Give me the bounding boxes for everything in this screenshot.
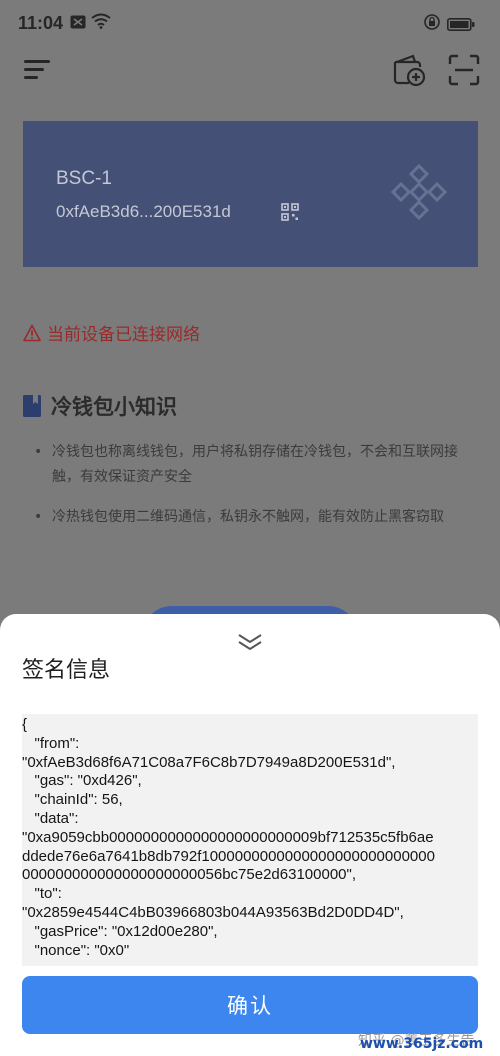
tips-title-text: 冷钱包小知识 [51,395,177,419]
menu-icon[interactable] [24,58,52,82]
wallet-card[interactable]: BSC-1 0xfAeB3d6...200E531d [23,121,478,267]
status-bar: 11:04 [0,0,500,44]
signature-payload[interactable]: { "from": "0xfAeB3d68f6A71C08a7F6C8b7D79… [22,714,478,966]
sheet-title: 签名信息 [22,658,111,683]
message-icon [70,14,86,34]
battery-icon [447,16,475,36]
payload-line: 000000000000000000000056bc75e2d63100000"… [22,866,356,884]
payload-line: "data": [22,809,79,827]
payload-line: "0xfAeB3d68f6A71C08a7F6C8b7D7949a8D200E5… [22,753,396,771]
status-time: 11:04 [18,13,64,33]
qr-icon[interactable] [281,203,299,221]
payload-line: "nonce": "0x0" [22,941,130,959]
warning-icon [23,324,41,342]
signature-sheet: 签名信息 { "from": "0xfAeB3d68f6A71C08a7F6C8… [0,614,500,1056]
wallet-address: 0xfAeB3d6...200E531d [56,202,231,221]
tip-item: • 冷热钱包使用二维码通信，私钥永不触网，能有效防止黑客窃取 [34,505,472,530]
tip-text: 冷热钱包使用二维码通信，私钥永不触网，能有效防止黑客窃取 [52,509,444,525]
payload-line: "gas": "0xd426", [22,772,142,790]
tips-section-title: 冷钱包小知识 [23,391,177,421]
bnb-logo [390,163,448,221]
wallet-name: BSC-1 [56,168,112,189]
network-warning: 当前设备已连接网络 [23,320,200,345]
payload-line: "to": [22,885,62,903]
wifi-icon [91,13,111,34]
scan-icon[interactable] [448,54,480,86]
payload-line: "from": [22,734,80,752]
confirm-button[interactable]: 确认 [22,976,478,1034]
payload-line: "chainId": 56, [22,791,123,809]
payload-line: ddede76e6a7641b8db792f100000000000000000… [22,847,435,865]
tip-bullet: • [34,444,43,460]
payload-line: "gasPrice": "0x12d00e280", [22,922,218,940]
payload-line: "0xa9059cbb0000000000000000000000009bf71… [22,828,434,846]
wallet-add-icon[interactable] [391,52,427,88]
collapse-chevron-icon[interactable] [236,632,264,652]
lock-rotation-icon [424,14,440,35]
tip-text: 冷钱包也称离线钱包，用户将私钥存储在冷钱包，不会和互联网接触，有效保证资产安全 [52,444,458,485]
watermark-site-text: www.365jz.com [360,1036,484,1052]
payload-line: { [22,716,28,733]
top-bar [0,44,500,100]
tip-bullet: • [34,509,43,525]
tip-item: • 冷钱包也称离线钱包，用户将私钥存储在冷钱包，不会和互联网接触，有效保证资产安… [34,440,472,490]
warning-text: 当前设备已连接网络 [47,325,200,345]
watermark-site: www.365jz.com [360,1036,483,1052]
book-icon [23,395,41,417]
payload-text: { "from": "0xfAeB3d68f6A71C08a7F6C8b7D79… [22,714,478,960]
payload-line: "0x2859e4544C4bB03966803b044A93563Bd2D0D… [22,903,404,921]
